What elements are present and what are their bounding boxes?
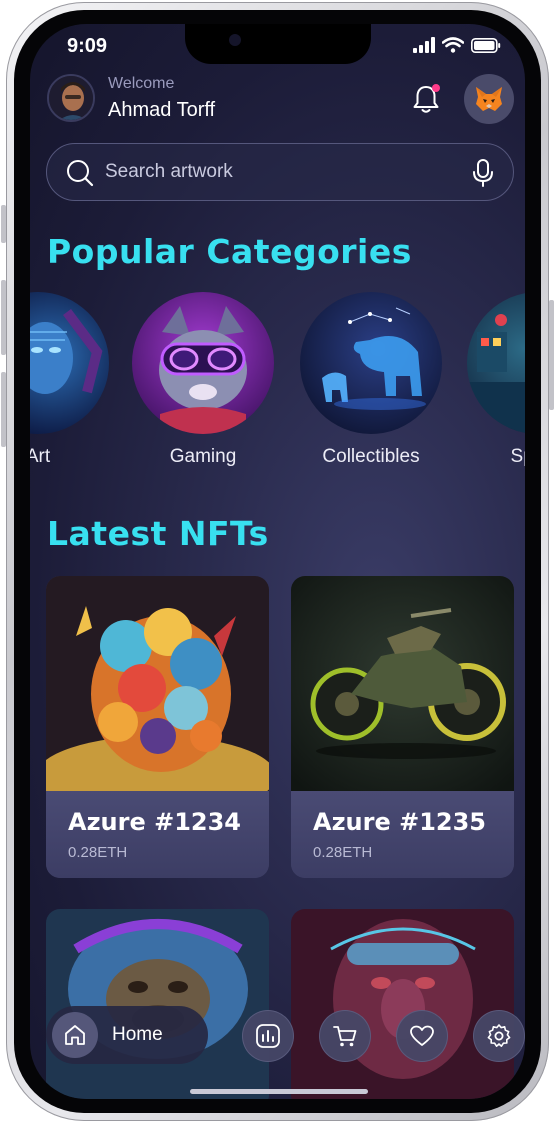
nav-favorites-button[interactable] — [396, 1010, 448, 1062]
notch — [185, 24, 371, 64]
cart-icon — [333, 1026, 357, 1047]
category-collectibles[interactable]: Collectibles — [300, 292, 442, 468]
category-gaming-image — [132, 292, 274, 434]
home-icon — [65, 1025, 85, 1045]
silent-switch — [1, 205, 6, 243]
gear-icon — [487, 1024, 511, 1047]
bottom-nav: Home — [46, 1006, 525, 1066]
nft-name: Azure #1235 — [313, 808, 487, 836]
nft-card-partial[interactable] — [291, 909, 514, 1099]
category-collectibles-image — [300, 292, 442, 434]
category-gaming-label: Gaming — [169, 446, 237, 467]
username: Ahmad Torff — [108, 99, 216, 121]
wallet-button[interactable] — [464, 74, 514, 124]
search-input[interactable] — [105, 156, 445, 188]
status-icons — [413, 37, 501, 53]
nav-cart-button[interactable] — [319, 1010, 371, 1062]
volume-up-button — [1, 280, 6, 355]
nft-card[interactable]: Azure #1234 0.28ETH — [46, 576, 269, 878]
home-indicator — [190, 1089, 368, 1094]
signal-icon — [413, 37, 435, 53]
power-button — [549, 300, 554, 410]
stats-icon — [256, 1024, 280, 1048]
category-art-label: Art — [30, 446, 51, 467]
home-icon-wrap — [52, 1012, 98, 1058]
category-art[interactable]: Art — [30, 292, 109, 468]
status-time: 9:09 — [67, 35, 108, 57]
nft-price: 0.28ETH — [313, 844, 373, 861]
nav-stats-button[interactable] — [242, 1010, 294, 1062]
fox-wallet-icon — [476, 87, 502, 111]
popular-categories-title: Popular Categories — [47, 232, 412, 271]
wifi-icon — [442, 37, 464, 53]
nft-name: Azure #1234 — [68, 808, 242, 836]
category-sports-label: Sports — [510, 446, 525, 467]
nav-home-label: Home — [112, 1024, 163, 1045]
nft-card-image — [46, 909, 269, 1099]
notification-dot — [432, 84, 440, 92]
nft-card-image — [291, 576, 514, 791]
search-icon — [67, 160, 94, 187]
nav-settings-button[interactable] — [473, 1010, 525, 1062]
nft-card-image — [291, 909, 514, 1099]
nft-card-image — [46, 576, 269, 791]
nft-card-partial[interactable] — [46, 909, 269, 1099]
heart-icon — [410, 1025, 434, 1046]
volume-down-button — [1, 372, 6, 447]
category-gaming[interactable]: Gaming — [132, 292, 274, 468]
avatar-portrait — [49, 76, 93, 120]
app-screen: 9:09 Welcome Ahmad Torff Search artwork … — [30, 24, 525, 1099]
nft-card[interactable]: Azure #1235 0.28ETH — [291, 576, 514, 878]
category-art-image — [30, 292, 109, 434]
nft-price: 0.28ETH — [68, 844, 128, 861]
camera — [229, 34, 241, 46]
nav-home-button[interactable]: Home — [46, 1006, 208, 1064]
category-sports[interactable]: Sports — [467, 292, 525, 468]
category-collectibles-label: Collectibles — [322, 446, 420, 467]
user-avatar[interactable] — [47, 74, 95, 122]
latest-nfts-title: Latest NFTs — [47, 514, 269, 553]
microphone-icon[interactable] — [471, 158, 495, 188]
battery-icon — [471, 37, 501, 53]
category-sports-image — [467, 292, 525, 434]
welcome-text: Welcome — [108, 75, 175, 92]
search-bar[interactable] — [46, 143, 514, 201]
